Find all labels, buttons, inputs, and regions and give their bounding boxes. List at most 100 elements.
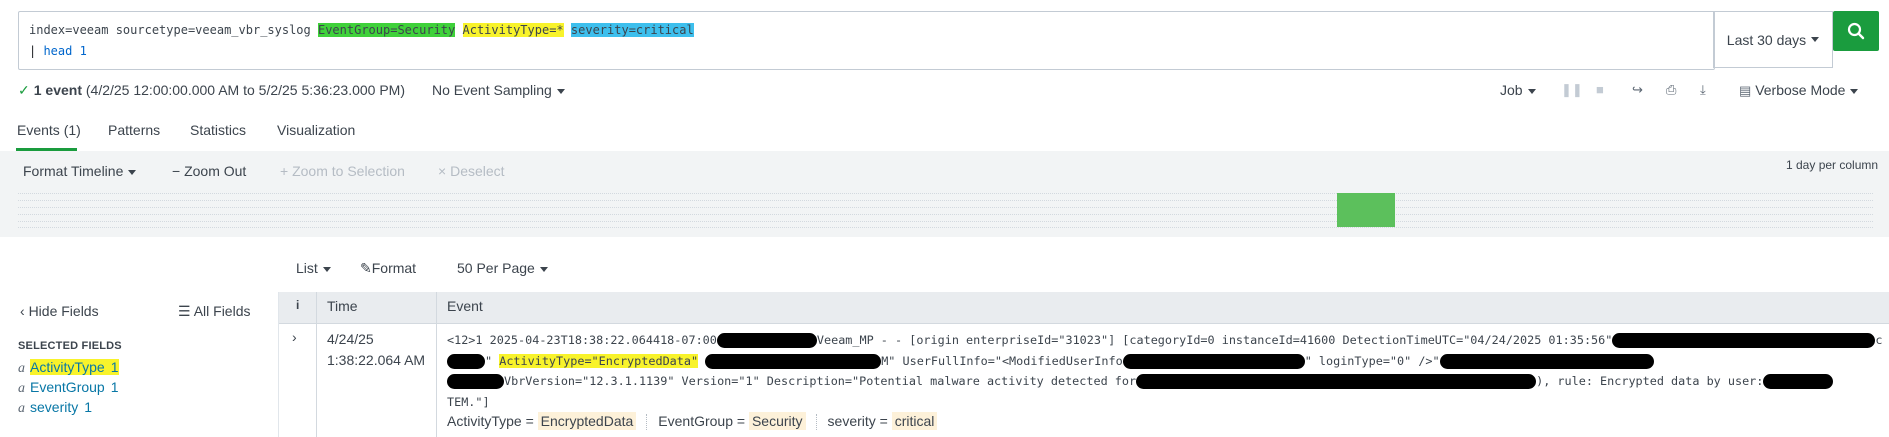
search-button[interactable] bbox=[1833, 11, 1879, 51]
time-range-summary: (4/2/25 12:00:00.000 AM to 5/2/25 5:36:2… bbox=[85, 82, 405, 98]
search-mode-dropdown[interactable]: ▤ Verbose Mode bbox=[1739, 82, 1859, 99]
event-count: 1 event bbox=[33, 82, 82, 98]
query-text: index=veeam sourcetype=veeam_vbr_syslog bbox=[29, 23, 318, 37]
format-timeline-button[interactable]: Format Timeline bbox=[23, 163, 137, 179]
timeline-chart[interactable] bbox=[18, 193, 1873, 228]
event-line-2: " ActivityType="EncryptedData" M" UserFu… bbox=[447, 351, 1883, 372]
pause-icon[interactable]: ❚❚ bbox=[1561, 82, 1583, 98]
hide-fields-label: Hide Fields bbox=[28, 303, 99, 319]
minus-icon: − bbox=[172, 163, 181, 179]
field-name: ActivityType bbox=[30, 359, 105, 375]
event-field-activitytype[interactable]: ActivityType = EncryptedData bbox=[447, 412, 637, 430]
event-text-segment: <12>1 2025-04-23T18:38:22.064418-07:00 bbox=[447, 333, 717, 347]
field-name: EventGroup bbox=[30, 379, 105, 395]
zoom-out-button[interactable]: − Zoom Out bbox=[172, 163, 246, 179]
redaction bbox=[1439, 353, 1654, 369]
time-column-header[interactable]: Time bbox=[327, 298, 358, 314]
stop-icon[interactable]: ■ bbox=[1596, 82, 1604, 97]
event-field-value: EncryptedData bbox=[537, 412, 637, 430]
field-type: a bbox=[18, 361, 25, 376]
field-eventgroup[interactable]: a EventGroup 1 bbox=[18, 379, 119, 397]
chevron-down-icon bbox=[1811, 37, 1820, 42]
field-type: a bbox=[18, 381, 25, 396]
redaction bbox=[1612, 333, 1876, 348]
event-field-key: ActivityType bbox=[447, 413, 522, 429]
field-type: a bbox=[18, 401, 25, 416]
mode-icon: ▤ bbox=[1739, 83, 1752, 98]
list-dropdown[interactable]: List bbox=[296, 260, 331, 276]
field-activitytype[interactable]: a ActivityType 1 bbox=[18, 359, 119, 377]
event-raw-text[interactable]: <12>1 2025-04-23T18:38:22.064418-07:00 Ve… bbox=[447, 330, 1883, 412]
job-label: Job bbox=[1500, 82, 1523, 98]
list-icon: ☰ bbox=[178, 303, 191, 319]
field-separator bbox=[815, 414, 818, 431]
per-page-label: 50 Per Page bbox=[457, 260, 535, 276]
sampling-dropdown[interactable]: No Event Sampling bbox=[432, 82, 565, 98]
chevron-down-icon bbox=[1527, 88, 1536, 94]
event-column-header[interactable]: Event bbox=[447, 298, 483, 314]
event-line-1: <12>1 2025-04-23T18:38:22.064418-07:00 Ve… bbox=[447, 330, 1883, 351]
mode-label: Verbose Mode bbox=[1755, 82, 1846, 98]
print-icon[interactable]: ⎙ bbox=[1666, 82, 1676, 98]
time-range-picker[interactable]: Last 30 days bbox=[1713, 11, 1833, 68]
field-separator bbox=[646, 414, 648, 431]
tab-visualization[interactable]: Visualization bbox=[277, 122, 355, 138]
event-text-segment: " loginType="0" />" bbox=[1304, 353, 1440, 368]
zoom-to-selection-label: Zoom to Selection bbox=[292, 163, 405, 179]
job-menu[interactable]: Job bbox=[1500, 82, 1536, 98]
plus-icon: + bbox=[280, 163, 289, 179]
tab-patterns[interactable]: Patterns bbox=[108, 122, 160, 138]
timeline-bar[interactable] bbox=[1337, 193, 1395, 227]
results-table-header bbox=[279, 292, 1889, 324]
query-command: head 1 bbox=[43, 44, 87, 58]
event-field-severity[interactable]: severity = critical bbox=[828, 412, 938, 430]
event-time[interactable]: 4/24/25 1:38:22.064 AM bbox=[327, 329, 425, 371]
tab-statistics[interactable]: Statistics bbox=[190, 122, 246, 138]
event-text-segment: c bbox=[1875, 333, 1883, 347]
check-icon: ✓ bbox=[18, 82, 30, 98]
tab-events[interactable]: Events (1) bbox=[17, 122, 81, 138]
field-count: 1 bbox=[110, 359, 119, 375]
query-highlight-severity: severity=critical bbox=[570, 23, 694, 37]
column-divider bbox=[436, 292, 437, 437]
search-query[interactable]: index=veeam sourcetype=veeam_vbr_syslog … bbox=[29, 20, 694, 62]
per-page-dropdown[interactable]: 50 Per Page bbox=[457, 260, 548, 276]
export-icon[interactable]: ⤓ bbox=[1700, 82, 1706, 98]
redaction bbox=[705, 353, 882, 369]
redaction bbox=[1763, 374, 1834, 389]
column-divider bbox=[316, 292, 317, 437]
format-button[interactable]: ✎Format bbox=[360, 260, 416, 277]
expand-event-icon[interactable]: › bbox=[292, 329, 297, 345]
event-text-segment: M" UserFullInfo="<ModifiedUserInfo bbox=[881, 353, 1123, 368]
share-icon[interactable]: ↪ bbox=[1632, 82, 1643, 98]
chevron-down-icon bbox=[128, 169, 137, 175]
deselect-button[interactable]: × Deselect bbox=[438, 163, 505, 179]
zoom-out-label: Zoom Out bbox=[184, 163, 247, 179]
chevron-left-icon: ‹ bbox=[20, 303, 25, 319]
field-severity[interactable]: a severity 1 bbox=[18, 399, 92, 417]
redaction bbox=[1122, 353, 1305, 369]
event-field-key: EventGroup bbox=[658, 413, 733, 429]
chevron-down-icon bbox=[556, 88, 565, 94]
all-fields-button[interactable]: ☰ All Fields bbox=[178, 303, 250, 320]
event-field-value: critical bbox=[891, 412, 938, 430]
event-date: 4/24/25 bbox=[327, 331, 374, 347]
search-icon bbox=[1847, 22, 1865, 40]
info-column-header: i bbox=[296, 298, 300, 312]
deselect-label: Deselect bbox=[450, 163, 505, 179]
query-pipe: | bbox=[29, 44, 44, 58]
time-range-label: Last 30 days bbox=[1726, 31, 1807, 48]
event-field-eventgroup[interactable]: EventGroup = Security bbox=[658, 412, 806, 430]
event-clock: 1:38:22.064 AM bbox=[327, 352, 426, 368]
zoom-to-selection-button[interactable]: + Zoom to Selection bbox=[280, 163, 405, 179]
query-highlight-activitytype: ActivityType=* bbox=[462, 23, 564, 37]
event-line-4: TEM."] bbox=[447, 394, 490, 409]
field-name: severity bbox=[30, 399, 79, 415]
job-status: ✓ 1 event (4/2/25 12:00:00.000 AM to 5/2/… bbox=[18, 82, 405, 99]
hide-fields-button[interactable]: ‹ Hide Fields bbox=[20, 303, 99, 319]
search-bar[interactable]: index=veeam sourcetype=veeam_vbr_syslog … bbox=[18, 11, 1715, 70]
close-icon: × bbox=[438, 163, 447, 179]
format-timeline-label: Format Timeline bbox=[23, 163, 124, 179]
event-highlight-activitytype: ActivityType="EncryptedData" bbox=[499, 353, 699, 368]
redaction bbox=[447, 353, 485, 369]
